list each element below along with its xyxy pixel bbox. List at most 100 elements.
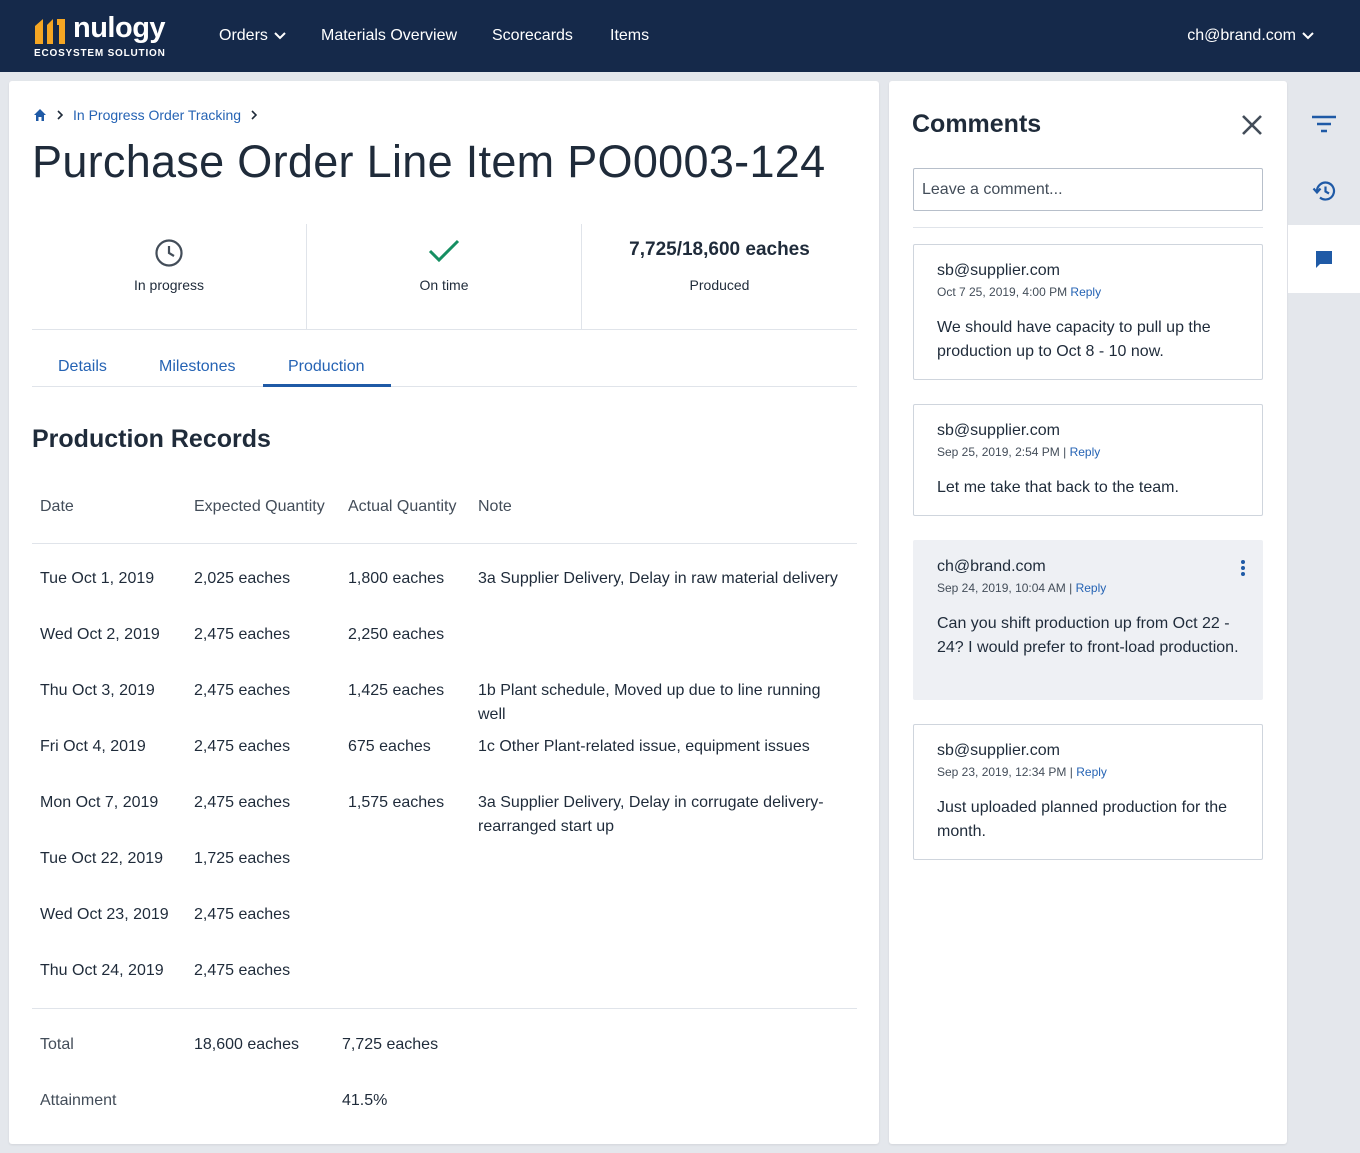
row-actual: 675 eaches (348, 738, 431, 755)
page-title: Purchase Order Line Item PO0003-124 (32, 136, 826, 187)
nav-orders-label: Orders (219, 27, 268, 44)
user-email: ch@brand.com (1187, 27, 1296, 44)
logo-wordmark: nulogy (73, 12, 166, 44)
nav-scorecards[interactable]: Scorecards (492, 26, 573, 48)
row-note: 3a Supplier Delivery, Delay in corrugate… (478, 794, 824, 835)
comment-input[interactable] (913, 168, 1263, 211)
comment-meta: Sep 24, 2019, 10:04 AM | Reply (937, 581, 1106, 595)
comment-author: sb@supplier.com (937, 262, 1060, 279)
attainment-value: 41.5% (342, 1092, 388, 1109)
row-date: Fri Oct 4, 2019 (40, 738, 146, 755)
tab-milestones[interactable]: Milestones (159, 358, 235, 376)
top-navigation-bar: nulogy ECOSYSTEM SOLUTION Orders Materia… (0, 0, 1360, 72)
produced-label: Produced (689, 277, 750, 293)
section-title: Production Records (32, 425, 271, 453)
comment-card: sb@supplier.com Oct 7 25, 2019, 4:00 PM … (913, 244, 1263, 380)
comment-meta: Sep 23, 2019, 12:34 PM | Reply (937, 765, 1107, 779)
history-button[interactable] (1288, 157, 1360, 225)
comment-card: ch@brand.com Sep 24, 2019, 10:04 AM | Re… (913, 540, 1263, 700)
history-icon (1312, 181, 1336, 201)
comments-panel: Comments sb@supplier.com Oct 7 25, 2019,… (889, 81, 1287, 1144)
row-actual: 2,250 eaches (348, 626, 445, 643)
comment-author: ch@brand.com (937, 558, 1046, 575)
total-actual: 7,725 eaches (342, 1036, 439, 1053)
row-note: 3a Supplier Delivery, Delay in raw mater… (478, 570, 838, 587)
row-note: 1b Plant schedule, Moved up due to line … (478, 682, 821, 723)
status-label: In progress (133, 277, 205, 293)
row-expected: 2,025 eaches (194, 570, 291, 587)
row-date: Thu Oct 24, 2019 (40, 962, 164, 979)
comment-timestamp: Oct 7 25, 2019, 4:00 PM (937, 285, 1068, 299)
column-header-note: Note (478, 498, 512, 515)
produced-stat: 7,725/18,600 eaches Produced (582, 224, 857, 329)
nav-orders-menu[interactable]: Orders (219, 26, 286, 48)
produced-value: 7,725/18,600 eaches (629, 239, 810, 260)
comment-text: Let me take that back to the team. (937, 479, 1179, 496)
nav-materials-overview[interactable]: Materials Overview (321, 26, 457, 48)
comment-text: Can you shift production up from Oct 22 … (937, 615, 1239, 656)
column-header-date: Date (40, 498, 74, 515)
breadcrumb-link-in-progress[interactable]: In Progress Order Tracking (73, 107, 241, 123)
logo-mark-icon (35, 19, 65, 44)
row-expected: 2,475 eaches (194, 794, 291, 811)
comment-text: Just uploaded planned production for the… (937, 799, 1227, 840)
comment-meta: Oct 7 25, 2019, 4:00 PM Reply (937, 285, 1101, 299)
comment-card: sb@supplier.com Sep 23, 2019, 12:34 PM |… (913, 724, 1263, 860)
reply-link[interactable]: Reply (1076, 765, 1107, 779)
row-expected: 2,475 eaches (194, 906, 291, 923)
total-expected: 18,600 eaches (194, 1036, 299, 1053)
home-icon[interactable] (33, 108, 47, 122)
filter-icon (1312, 115, 1336, 133)
row-date: Tue Oct 22, 2019 (40, 850, 164, 867)
column-header-expected: Expected Quantity (194, 498, 325, 515)
comment-meta: Sep 25, 2019, 2:54 PM | Reply (937, 445, 1100, 459)
filter-button[interactable] (1288, 90, 1360, 158)
comment-author: sb@supplier.com (937, 742, 1060, 759)
row-actual: 1,425 eaches (348, 682, 445, 699)
divider (32, 1008, 857, 1009)
active-tab-indicator (263, 384, 391, 387)
total-label: Total (40, 1036, 74, 1053)
more-vertical-icon[interactable] (1240, 559, 1246, 577)
row-date: Tue Oct 1, 2019 (40, 570, 155, 587)
chevron-right-icon (251, 110, 258, 120)
chevron-down-icon (1302, 32, 1314, 40)
divider (913, 227, 1263, 228)
nav-items[interactable]: Items (610, 26, 649, 48)
row-note: 1c Other Plant-related issue, equipment … (478, 738, 810, 755)
nulogy-logo[interactable]: nulogy ECOSYSTEM SOLUTION (33, 12, 173, 60)
order-detail-card: In Progress Order Tracking Purchase Orde… (9, 81, 879, 1144)
comment-card: sb@supplier.com Sep 25, 2019, 2:54 PM | … (913, 404, 1263, 516)
timeliness-label: On time (419, 277, 469, 293)
reply-link[interactable]: Reply (1070, 445, 1101, 459)
timeliness-stat: On time (307, 224, 582, 329)
comment-timestamp: Sep 24, 2019, 10:04 AM | (937, 581, 1073, 595)
row-expected: 2,475 eaches (194, 738, 291, 755)
reply-link[interactable]: Reply (1076, 581, 1107, 595)
attainment-label: Attainment (40, 1092, 117, 1109)
breadcrumb: In Progress Order Tracking (33, 106, 267, 124)
row-date: Wed Oct 2, 2019 (40, 626, 160, 643)
logo-subtitle: ECOSYSTEM SOLUTION (34, 48, 166, 59)
comment-text: We should have capacity to pull up the p… (937, 319, 1211, 360)
reply-link[interactable]: Reply (1070, 285, 1101, 299)
row-date: Wed Oct 23, 2019 (40, 906, 169, 923)
close-icon[interactable] (1239, 112, 1265, 138)
row-expected: 2,475 eaches (194, 682, 291, 699)
clock-icon (155, 239, 183, 267)
user-menu[interactable]: ch@brand.com (1187, 26, 1314, 46)
row-actual: 1,800 eaches (348, 570, 445, 587)
row-date: Thu Oct 3, 2019 (40, 682, 155, 699)
divider (32, 543, 857, 544)
row-actual: 1,575 eaches (348, 794, 445, 811)
comment-timestamp: Sep 23, 2019, 12:34 PM | (937, 765, 1073, 779)
comments-button[interactable] (1288, 225, 1360, 293)
row-expected: 1,725 eaches (194, 850, 291, 867)
row-expected: 2,475 eaches (194, 962, 291, 979)
tab-bar: Details Milestones Production (32, 345, 857, 387)
tab-production[interactable]: Production (288, 358, 365, 376)
comments-title: Comments (912, 110, 1042, 138)
column-header-actual: Actual Quantity (348, 498, 457, 515)
tab-details[interactable]: Details (58, 358, 107, 376)
status-stat: In progress (32, 224, 307, 329)
